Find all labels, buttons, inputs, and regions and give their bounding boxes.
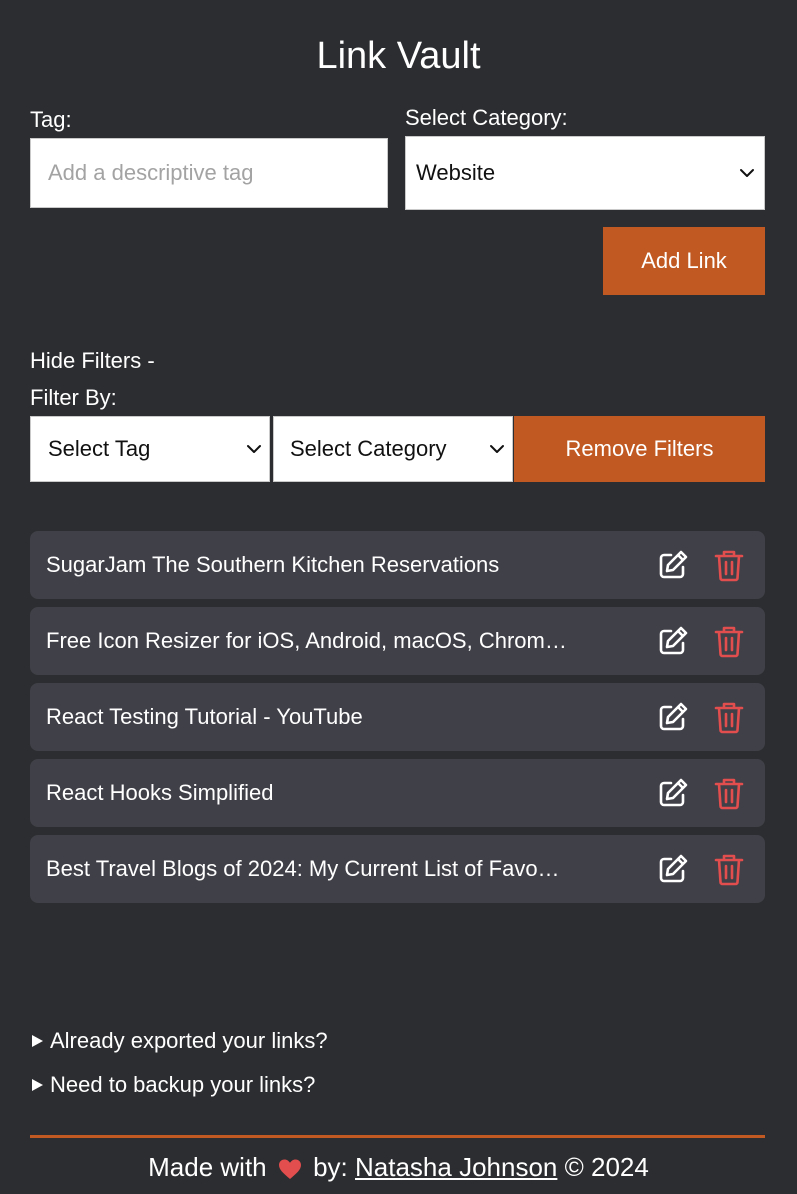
remove-filters-button[interactable]: Remove Filters bbox=[514, 416, 765, 482]
chevron-down-icon bbox=[247, 445, 261, 453]
made-with-text: Made with bbox=[148, 1152, 267, 1182]
link-title[interactable]: Best Travel Blogs of 2024: My Current Li… bbox=[46, 856, 655, 882]
category-label: Select Category: bbox=[405, 105, 568, 130]
chevron-down-icon bbox=[490, 445, 504, 453]
chevron-down-icon bbox=[740, 169, 754, 177]
tag-label: Tag: bbox=[30, 107, 72, 132]
edit-icon[interactable] bbox=[655, 623, 691, 659]
tag-filter-value: Select Tag bbox=[48, 436, 151, 461]
trash-icon[interactable] bbox=[711, 547, 747, 583]
tag-filter-select[interactable]: Select Tag bbox=[30, 416, 270, 482]
edit-icon[interactable] bbox=[655, 699, 691, 735]
category-select[interactable]: Website bbox=[405, 136, 765, 210]
copyright-text: © 2024 bbox=[564, 1152, 649, 1182]
edit-icon[interactable] bbox=[655, 547, 691, 583]
link-title[interactable]: Free Icon Resizer for iOS, Android, macO… bbox=[46, 628, 655, 654]
author-link[interactable]: Natasha Johnson bbox=[355, 1152, 557, 1182]
trash-icon[interactable] bbox=[711, 851, 747, 887]
exported-links-disclosure[interactable]: Already exported your links? bbox=[30, 1028, 328, 1054]
link-title[interactable]: React Hooks Simplified bbox=[46, 780, 655, 806]
edit-icon[interactable] bbox=[655, 775, 691, 811]
category-filter-value: Select Category bbox=[290, 436, 447, 461]
page-title: Link Vault bbox=[316, 35, 481, 77]
category-select-value: Website bbox=[416, 160, 496, 185]
remove-filters-label: Remove Filters bbox=[565, 436, 714, 461]
footer: Made with by: Natasha Johnson © 2024 bbox=[0, 1150, 797, 1184]
trash-icon[interactable] bbox=[711, 623, 747, 659]
link-title[interactable]: SugarJam The Southern Kitchen Reservatio… bbox=[46, 552, 655, 578]
backup-links-disclosure[interactable]: Need to backup your links? bbox=[30, 1072, 315, 1098]
link-row[interactable]: Best Travel Blogs of 2024: My Current Li… bbox=[30, 835, 765, 903]
category-filter-select[interactable]: Select Category bbox=[273, 416, 513, 482]
link-row[interactable]: React Hooks Simplified bbox=[30, 759, 765, 827]
tag-input[interactable]: Add a descriptive tag bbox=[30, 138, 388, 208]
backup-links-label: Need to backup your links? bbox=[50, 1072, 316, 1097]
link-row[interactable]: Free Icon Resizer for iOS, Android, macO… bbox=[30, 607, 765, 675]
edit-icon[interactable] bbox=[655, 851, 691, 887]
link-row[interactable]: React Testing Tutorial - YouTube bbox=[30, 683, 765, 751]
triangle-right-icon bbox=[32, 1079, 43, 1091]
heart-icon bbox=[278, 1159, 301, 1180]
by-text: by: bbox=[313, 1152, 348, 1182]
tag-input-placeholder: Add a descriptive tag bbox=[48, 160, 254, 185]
filter-by-label: Filter By: bbox=[30, 385, 117, 410]
exported-links-label: Already exported your links? bbox=[50, 1028, 328, 1053]
link-row[interactable]: SugarJam The Southern Kitchen Reservatio… bbox=[30, 531, 765, 599]
add-link-button[interactable]: Add Link bbox=[603, 227, 765, 295]
triangle-right-icon bbox=[32, 1035, 43, 1047]
footer-divider bbox=[30, 1135, 765, 1138]
add-link-label: Add Link bbox=[641, 248, 727, 273]
hide-filters-toggle[interactable]: Hide Filters - bbox=[30, 347, 155, 375]
link-title[interactable]: React Testing Tutorial - YouTube bbox=[46, 704, 655, 730]
link-list: SugarJam The Southern Kitchen Reservatio… bbox=[30, 531, 765, 911]
trash-icon[interactable] bbox=[711, 775, 747, 811]
trash-icon[interactable] bbox=[711, 699, 747, 735]
